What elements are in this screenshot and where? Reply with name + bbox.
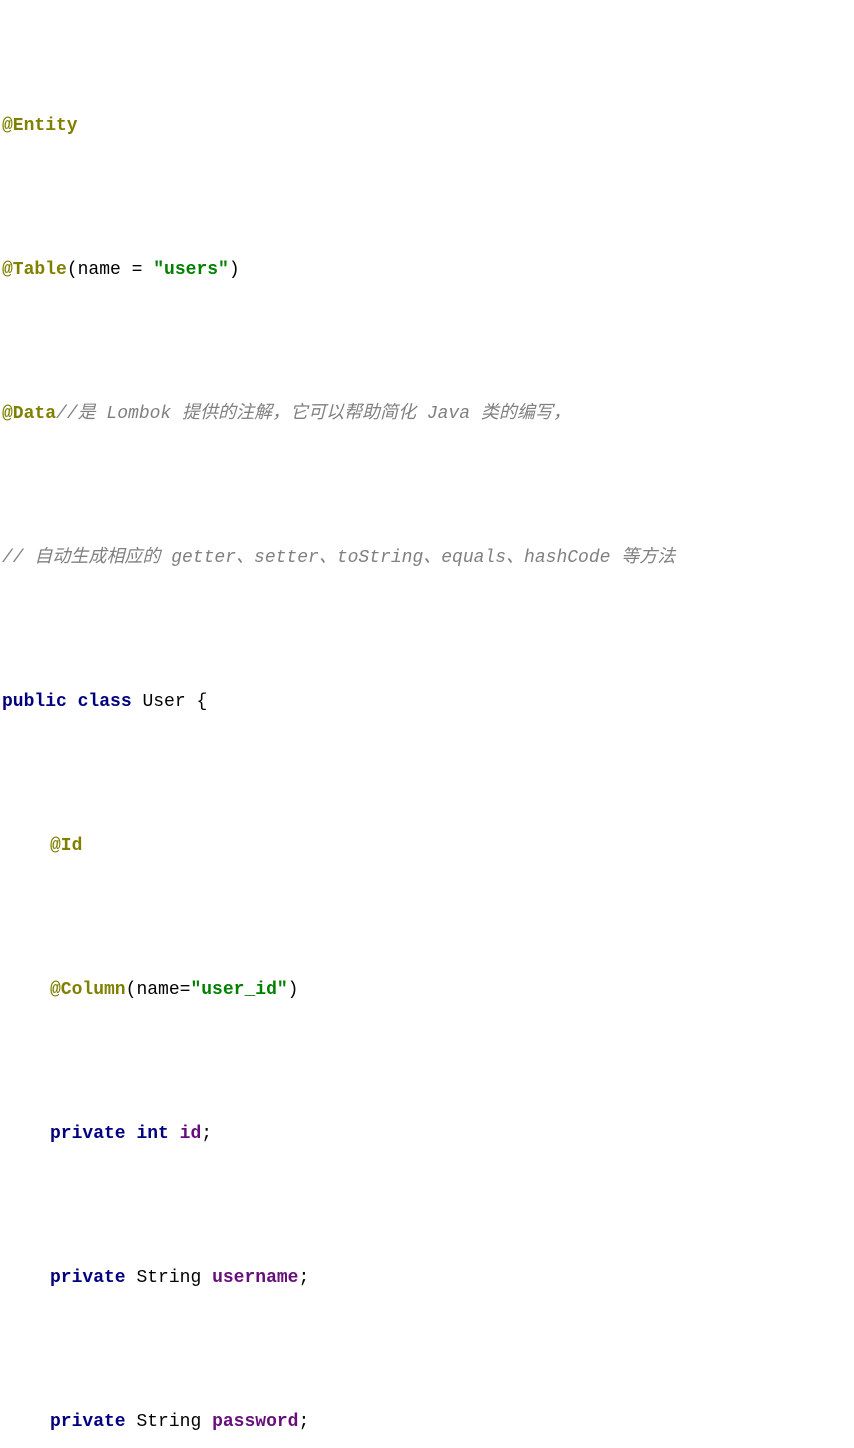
string-literal: "users" <box>153 252 229 288</box>
class-name: User <box>142 684 185 720</box>
annotation: @Id <box>50 828 82 864</box>
paren-open: ( <box>67 252 78 288</box>
keyword: private <box>50 1116 126 1152</box>
keyword: private <box>50 1260 126 1296</box>
annotation: @Entity <box>2 108 78 144</box>
annotation: @Column <box>50 972 126 1008</box>
code-line[interactable]: private String username; <box>0 1260 854 1296</box>
code-line[interactable]: // 自动生成相应的 getter、setter、toString、equals… <box>0 540 854 576</box>
brace-open: { <box>196 684 207 720</box>
code-line[interactable]: private String password; <box>0 1404 854 1440</box>
code-line[interactable]: public class User { <box>0 684 854 720</box>
comment: //是 Lombok 提供的注解，它可以帮助简化 Java 类的编写， <box>56 396 571 432</box>
code-line[interactable]: @Entity <box>0 108 854 144</box>
field-name: password <box>212 1404 298 1440</box>
paren-close: ) <box>288 972 299 1008</box>
paren-open: ( <box>126 972 137 1008</box>
attr-name: name = <box>78 252 154 288</box>
annotation: @Data <box>2 396 56 432</box>
annotation: @Table <box>2 252 67 288</box>
semicolon: ; <box>298 1404 309 1440</box>
field-name: id <box>180 1116 202 1152</box>
keyword: public <box>2 684 67 720</box>
type: int <box>136 1116 168 1152</box>
semicolon: ; <box>298 1260 309 1296</box>
code-line[interactable]: @Id <box>0 828 854 864</box>
paren-close: ) <box>229 252 240 288</box>
attr-name: name= <box>136 972 190 1008</box>
comment: // 自动生成相应的 getter、setter、toString、equals… <box>2 540 675 576</box>
code-line[interactable]: @Column(name="user_id") <box>0 972 854 1008</box>
field-name: username <box>212 1260 298 1296</box>
code-line[interactable]: @Data//是 Lombok 提供的注解，它可以帮助简化 Java 类的编写， <box>0 396 854 432</box>
type: String <box>136 1260 201 1296</box>
keyword: class <box>78 684 132 720</box>
keyword: private <box>50 1404 126 1440</box>
code-editor[interactable]: @Entity @Table(name = "users") @Data//是 … <box>0 0 854 1448</box>
type: String <box>136 1404 201 1440</box>
code-line[interactable]: @Table(name = "users") <box>0 252 854 288</box>
string-literal: "user_id" <box>190 972 287 1008</box>
code-line[interactable]: private int id; <box>0 1116 854 1152</box>
semicolon: ; <box>201 1116 212 1152</box>
